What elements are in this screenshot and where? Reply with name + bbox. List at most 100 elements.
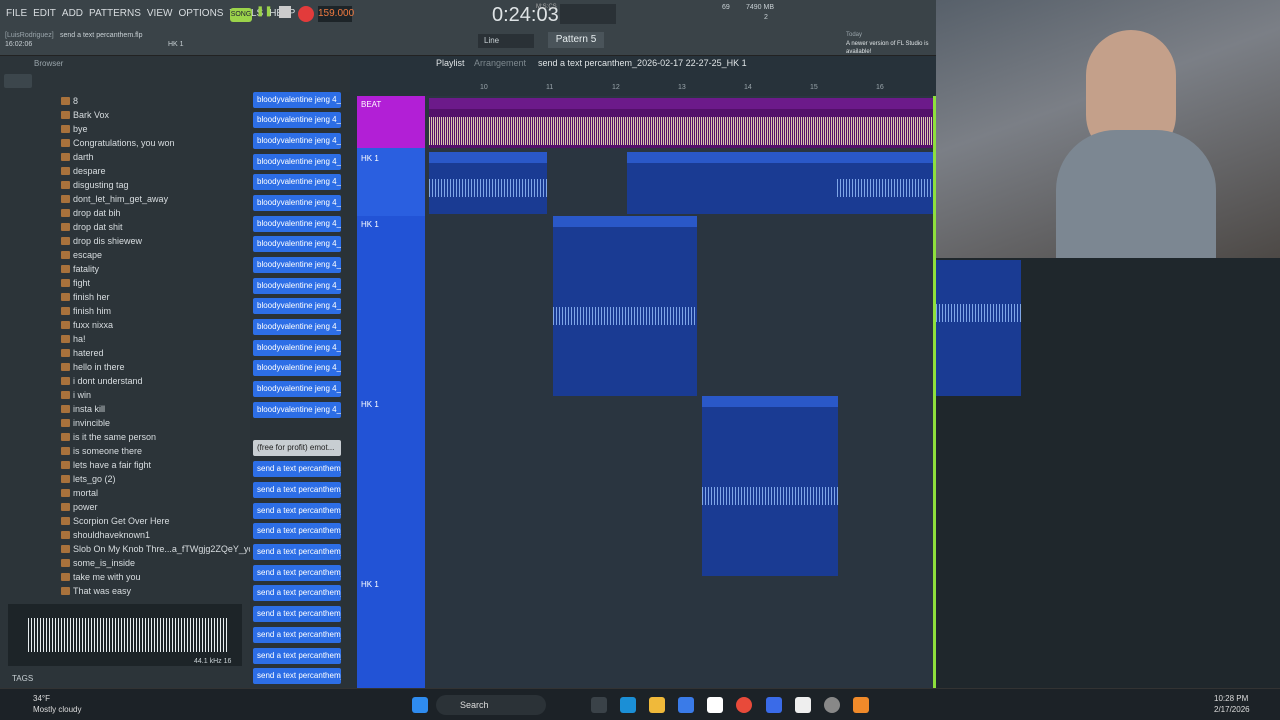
windows-start-icon[interactable]: [412, 697, 428, 713]
channel-button[interactable]: bloodyvalentine jeng 4_...: [253, 257, 341, 273]
audio-clip[interactable]: send a text perca...-17 22-26-36_HK 1: [702, 396, 838, 576]
channel-button[interactable]: bloodyvalentine jeng 4_...: [253, 319, 341, 335]
list-item[interactable]: power: [0, 500, 250, 514]
record-icon[interactable]: [298, 6, 314, 22]
tags-label[interactable]: TAGS: [12, 674, 33, 683]
menu-edit[interactable]: EDIT: [33, 8, 56, 19]
weather-status[interactable]: Mostly cloudy: [33, 705, 81, 714]
channel-button[interactable]: send a text percanthem_...: [253, 648, 341, 664]
file-explorer-icon[interactable]: [649, 697, 665, 713]
track-header-beat[interactable]: BEAT: [357, 96, 425, 148]
channel-button[interactable]: send a text percanthem_...: [253, 461, 341, 477]
list-item[interactable]: ha!: [0, 332, 250, 346]
list-item[interactable]: shouldhaveknown1: [0, 528, 250, 542]
audio-clip[interactable]: send a text pe...7 22-25-15_HK 1: [429, 152, 547, 214]
playlist-grid-extended[interactable]: [936, 258, 1280, 688]
channel-button[interactable]: bloodyvalentine jeng 4_...: [253, 381, 341, 397]
list-item[interactable]: is it the same person: [0, 430, 250, 444]
list-item[interactable]: fight: [0, 276, 250, 290]
channel-button[interactable]: send a text percanthem_...: [253, 482, 341, 498]
audio-clip[interactable]: send a text percanthem_2026-02-17 22-27-…: [627, 152, 936, 214]
store-icon[interactable]: [707, 697, 723, 713]
browser-tab-all[interactable]: [4, 74, 32, 88]
capcut-icon[interactable]: [795, 697, 811, 713]
list-item[interactable]: finish her: [0, 290, 250, 304]
list-item[interactable]: lets_go (2): [0, 472, 250, 486]
channel-button[interactable]: bloodyvalentine jeng 4_...: [253, 133, 341, 149]
clock-time[interactable]: 10:28 PM: [1214, 694, 1248, 703]
copilot-icon[interactable]: [678, 697, 694, 713]
list-item[interactable]: finish him: [0, 304, 250, 318]
channel-button[interactable]: bloodyvalentine jeng 4_...: [253, 195, 341, 211]
list-item[interactable]: lets have a fair fight: [0, 458, 250, 472]
channel-button[interactable]: bloodyvalentine jeng 4_...: [253, 298, 341, 314]
menu-file[interactable]: FILE: [6, 8, 27, 19]
list-item[interactable]: escape: [0, 248, 250, 262]
snap-select[interactable]: Line: [478, 34, 534, 48]
audio-clip[interactable]: send a text percan...02-17 22-26-01_HK 1: [553, 216, 697, 396]
channel-button[interactable]: bloodyvalentine jeng 4_...: [253, 216, 341, 232]
edge-icon[interactable]: [620, 697, 636, 713]
menu-add[interactable]: ADD: [62, 8, 83, 19]
list-item[interactable]: 8: [0, 94, 250, 108]
clock-date[interactable]: 2/17/2026: [1214, 705, 1250, 714]
list-item[interactable]: Congratulations, you won: [0, 136, 250, 150]
channel-button[interactable]: send a text percanthem_...: [253, 668, 341, 684]
channel-button[interactable]: bloodyvalentine jeng 4_...: [253, 236, 341, 252]
channel-button[interactable]: bloodyvalentine jeng 4_...: [253, 402, 341, 418]
channel-button[interactable]: send a text percanthem_...: [253, 585, 341, 601]
channel-button[interactable]: send a text percanthem_...: [253, 523, 341, 539]
list-item[interactable]: despare: [0, 164, 250, 178]
list-item[interactable]: is someone there: [0, 444, 250, 458]
list-item[interactable]: i win: [0, 388, 250, 402]
track-name[interactable]: HK 1: [361, 400, 379, 409]
play-icon[interactable]: ❚❚: [256, 6, 273, 22]
channel-button-selected[interactable]: (free for profit) emot...: [253, 440, 341, 456]
list-item[interactable]: i dont understand: [0, 374, 250, 388]
tempo-display[interactable]: 159.000: [318, 6, 354, 22]
list-item[interactable]: some_is_inside: [0, 556, 250, 570]
channel-button[interactable]: send a text percanthem_...: [253, 544, 341, 560]
track-name[interactable]: HK 1: [361, 220, 379, 229]
taskbar-search[interactable]: Search: [436, 695, 546, 715]
timeline-ruler[interactable]: 10 11 12 13 14 15 16: [425, 84, 936, 96]
settings-icon[interactable]: [824, 697, 840, 713]
audio-clip[interactable]: [936, 260, 1021, 396]
track-header-hk1[interactable]: HK 1: [357, 148, 425, 216]
list-item[interactable]: Slob On My Knob Thre...a_fTWgjg2ZQeY_you…: [0, 542, 286, 556]
list-item[interactable]: drop dat shit: [0, 220, 250, 234]
pattern-select[interactable]: Pattern 5: [548, 32, 604, 48]
channel-button[interactable]: bloodyvalentine jeng 4_...: [253, 154, 341, 170]
channel-button[interactable]: send a text percanthem_...: [253, 627, 341, 643]
list-item[interactable]: take me with you: [0, 570, 250, 584]
channel-button[interactable]: send a text percanthem_...: [253, 606, 341, 622]
channel-button[interactable]: bloodyvalentine jeng 4_...: [253, 360, 341, 376]
task-view-icon[interactable]: [591, 697, 607, 713]
list-item[interactable]: insta kill: [0, 402, 250, 416]
list-item[interactable]: fuxx nixxa: [0, 318, 250, 332]
fl-studio-icon[interactable]: [853, 697, 869, 713]
list-item[interactable]: fatality: [0, 262, 250, 276]
menu-patterns[interactable]: PATTERNS: [89, 8, 141, 19]
list-item[interactable]: That was easy: [0, 584, 250, 598]
audio-clip-beat[interactable]: (free for profit) emotional boolymon typ…: [429, 98, 936, 148]
list-item[interactable]: drop dis shiewew: [0, 234, 250, 248]
channel-button[interactable]: bloodyvalentine jeng 4_...: [253, 92, 341, 108]
list-item[interactable]: bye: [0, 122, 250, 136]
list-item[interactable]: Bark Vox: [0, 108, 250, 122]
song-mode-toggle[interactable]: SONG: [230, 8, 252, 22]
list-item[interactable]: hello in there: [0, 360, 250, 374]
channel-button[interactable]: bloodyvalentine jeng 4_...: [253, 278, 341, 294]
playlist-grid[interactable]: (free for profit) emotional boolymon typ…: [425, 96, 936, 688]
chrome-icon[interactable]: [736, 697, 752, 713]
mail-icon[interactable]: [766, 697, 782, 713]
channel-button[interactable]: send a text percanthem_...: [253, 503, 341, 519]
list-item[interactable]: darth: [0, 150, 250, 164]
channel-button[interactable]: send a text percanthem_...: [253, 565, 341, 581]
track-name[interactable]: HK 1: [361, 580, 379, 589]
list-item[interactable]: drop dat bih: [0, 206, 250, 220]
list-item[interactable]: disgusting tag: [0, 178, 250, 192]
list-item[interactable]: hatered: [0, 346, 250, 360]
list-item[interactable]: mortal: [0, 486, 250, 500]
menu-view[interactable]: VIEW: [147, 8, 173, 19]
